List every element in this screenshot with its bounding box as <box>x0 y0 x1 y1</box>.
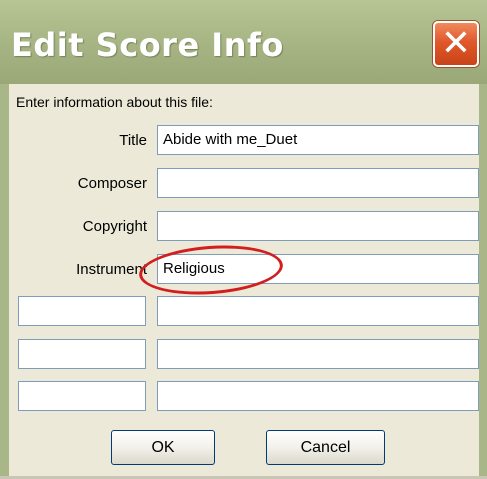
title-bar[interactable]: Edit Score Info ✕ <box>0 0 487 84</box>
instrument-label: Instrument <box>76 261 147 278</box>
custom-value-field-2[interactable] <box>157 339 479 369</box>
edit-score-info-dialog: Edit Score Info ✕ Enter information abou… <box>0 0 487 479</box>
cancel-button[interactable]: Cancel <box>266 430 385 465</box>
composer-field[interactable] <box>157 168 479 198</box>
title-field[interactable]: Abide with me_Duet <box>157 125 479 155</box>
custom-value-field-3[interactable] <box>157 381 479 411</box>
custom-label-field-3[interactable] <box>18 381 146 411</box>
ok-button[interactable]: OK <box>111 430 215 465</box>
close-icon: ✕ <box>440 23 472 64</box>
window-title: Edit Score Info <box>11 26 284 64</box>
title-label: Title <box>119 132 147 149</box>
custom-label-field-1[interactable] <box>18 296 146 326</box>
copyright-field[interactable] <box>157 211 479 241</box>
copyright-label: Copyright <box>82 218 147 235</box>
custom-label-field-2[interactable] <box>18 339 146 369</box>
intro-text: Enter information about this file: <box>16 94 213 110</box>
dialog-body: Enter information about this file: Title… <box>9 84 479 479</box>
composer-label: Composer <box>77 175 147 192</box>
instrument-field[interactable]: Religious <box>157 254 479 284</box>
close-button[interactable]: ✕ <box>433 21 479 67</box>
custom-value-field-1[interactable] <box>157 296 479 326</box>
